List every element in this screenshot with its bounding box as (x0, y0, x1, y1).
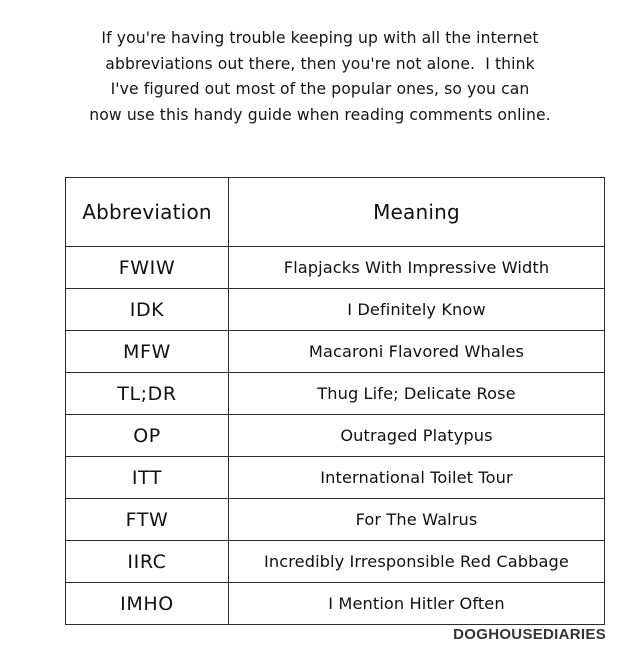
abbreviation-guide-table: Abbreviation Meaning FWIW Flapjacks With… (65, 177, 605, 625)
site-credit: DOGHOUSEDIARIES (453, 626, 606, 643)
intro-line-2: abbreviations out there, then you're not… (105, 54, 535, 73)
cell-abbreviation: FTW (65, 498, 229, 541)
cell-abbreviation: OP (65, 414, 229, 457)
intro-line-4: now use this handy guide when reading co… (89, 105, 551, 124)
table-row: IMHO I Mention Hitler Often (65, 582, 605, 625)
table-row: OP Outraged Platypus (65, 414, 605, 457)
cell-abbreviation: IDK (65, 288, 229, 331)
table-body: FWIW Flapjacks With Impressive Width IDK… (65, 246, 605, 625)
cell-meaning: Thug Life; Delicate Rose (228, 372, 605, 415)
table-row: MFW Macaroni Flavored Whales (65, 330, 605, 373)
cell-meaning: I Mention Hitler Often (228, 582, 605, 625)
cell-abbreviation: IMHO (65, 582, 229, 625)
cell-abbreviation: MFW (65, 330, 229, 373)
cell-meaning: International Toilet Tour (228, 456, 605, 499)
intro-line-3: I've figured out most of the popular one… (110, 80, 530, 98)
cell-meaning: Flapjacks With Impressive Width (228, 246, 605, 289)
column-header-abbreviation: Abbreviation (65, 177, 229, 247)
cell-abbreviation: TL;DR (65, 372, 229, 415)
cell-meaning: For The Walrus (228, 498, 605, 541)
table-row: FTW For The Walrus (65, 498, 605, 541)
column-header-meaning: Meaning (228, 177, 605, 247)
cell-abbreviation: IIRC (65, 540, 229, 583)
table-header-row: Abbreviation Meaning (65, 177, 605, 247)
table-row: ITT International Toilet Tour (65, 456, 605, 499)
cell-meaning: I Definitely Know (228, 288, 605, 331)
cell-meaning: Macaroni Flavored Whales (228, 330, 605, 373)
table-row: TL;DR Thug Life; Delicate Rose (65, 372, 605, 415)
cell-meaning: Outraged Platypus (228, 414, 605, 457)
intro-paragraph: If you're having trouble keeping up with… (40, 26, 600, 128)
table-row: IDK I Definitely Know (65, 288, 605, 331)
cell-abbreviation: FWIW (65, 246, 229, 289)
table-row: FWIW Flapjacks With Impressive Width (65, 246, 605, 289)
intro-line-1: If you're having trouble keeping up with… (101, 29, 539, 47)
cell-abbreviation: ITT (65, 456, 229, 499)
table-row: IIRC Incredibly Irresponsible Red Cabbag… (65, 540, 605, 583)
table-header: Abbreviation Meaning (65, 177, 605, 247)
cell-meaning: Incredibly Irresponsible Red Cabbage (228, 540, 605, 583)
